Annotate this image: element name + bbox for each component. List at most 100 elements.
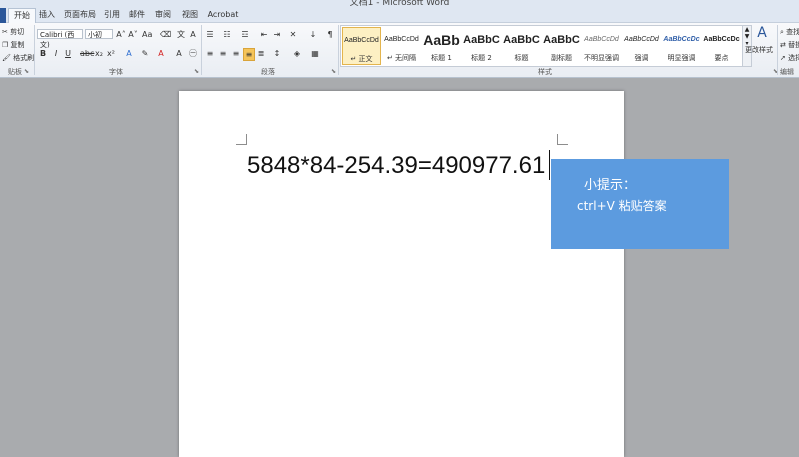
style-no-spacing[interactable]: AaBbCcDd ↵ 无间隔 (382, 27, 421, 65)
paragraph-launcher-icon[interactable]: ⬊ (331, 68, 336, 75)
styles-gallery: AaBbCcDd ↵ 正文 AaBbCcDd ↵ 无间隔 AaBb 标题 1 A… (340, 25, 744, 67)
bullets-icon[interactable]: ☰ (205, 29, 215, 40)
style-preview: AaBbC (463, 34, 500, 46)
chevron-down-icon[interactable]: ▼ (743, 33, 751, 40)
numbering-icon[interactable]: ☷ (222, 29, 232, 40)
title-bar: 文档1 - Microsoft Word (0, 0, 799, 8)
justify-icon[interactable]: ≡ (243, 48, 255, 61)
shrink-font-icon[interactable]: A˅ (128, 29, 138, 40)
tab-view[interactable]: 视图 (179, 8, 201, 22)
font-color-icon[interactable]: A (156, 48, 166, 59)
style-emphasis[interactable]: AaBbCcDd 强调 (622, 27, 661, 65)
document-text[interactable]: 5848*84-254.39=490977.61 (247, 152, 545, 180)
style-subtle-emphasis[interactable]: AaBbCcDd 不明显强调 (582, 27, 621, 65)
tab-references[interactable]: 引用 (102, 8, 122, 22)
asian-layout-icon[interactable]: ✕ (288, 29, 298, 40)
style-name: 明显强调 (667, 54, 696, 62)
style-subtitle[interactable]: AaBbC 副标题 (542, 27, 581, 65)
distributed-icon[interactable]: ≣ (256, 48, 266, 59)
ribbon-tabs: 开始 插入 页面布局 引用 邮件 审阅 视图 Acrobat (0, 8, 799, 23)
align-left-icon[interactable]: ≡ (205, 48, 215, 59)
tab-insert[interactable]: 插入 (36, 8, 58, 22)
style-heading-2[interactable]: AaBbC 标题 2 (462, 27, 501, 65)
underline-icon[interactable]: U (63, 48, 73, 59)
cut-button[interactable]: ✂ 剪切 (2, 27, 24, 37)
style-strong[interactable]: AaBbCcDc 要点 (702, 27, 741, 65)
cut-label: 剪切 (10, 28, 25, 36)
style-name: ↵ 正文 (350, 55, 373, 63)
bold-icon[interactable]: B (38, 48, 48, 59)
copy-icon: ❐ (2, 41, 9, 49)
chevron-up-icon[interactable]: ▲ (743, 26, 751, 33)
binoculars-icon: ⌕ (780, 28, 784, 36)
char-shading-icon[interactable]: A (174, 48, 184, 59)
align-center-icon[interactable]: ≡ (218, 48, 228, 59)
window-title: 文档1 - Microsoft Word (349, 0, 450, 8)
document-page[interactable] (179, 91, 624, 457)
find-label: 查找 (786, 28, 799, 36)
font-size-combo[interactable]: 小初 (85, 29, 113, 39)
cursor-icon: ➚ (780, 54, 786, 62)
font-launcher-icon[interactable]: ⬊ (194, 68, 199, 75)
style-name: 标题 (514, 54, 529, 62)
style-normal[interactable]: AaBbCcDd ↵ 正文 (342, 27, 381, 65)
copy-label: 复制 (10, 41, 25, 49)
enclose-char-icon[interactable]: ㊀ (188, 48, 198, 59)
change-styles-button[interactable]: 更改样式 (745, 45, 773, 55)
style-preview: AaBbCcDc (703, 36, 740, 43)
clear-format-icon[interactable]: ⌫ (160, 29, 171, 40)
style-name: 副标题 (551, 54, 572, 62)
replace-button[interactable]: ⇄ 替换 (780, 40, 799, 50)
text-effects-icon[interactable]: A (124, 48, 134, 59)
increase-indent-icon[interactable]: ⇥ (272, 29, 282, 40)
highlight-icon[interactable]: ✎ (140, 48, 150, 59)
char-border-icon[interactable]: A (188, 29, 198, 40)
borders-icon[interactable]: ▦ (310, 48, 320, 59)
select-button[interactable]: ➚ 选择 (780, 53, 799, 63)
line-spacing-icon[interactable]: ↕ (272, 48, 282, 59)
select-label: 选择 (788, 54, 799, 62)
style-intense-emphasis[interactable]: AaBbCcDc 明显强调 (662, 27, 701, 65)
tab-mailings[interactable]: 邮件 (127, 8, 147, 22)
replace-label: 替换 (788, 41, 799, 49)
format-painter-button[interactable]: 🖌 格式刷 (2, 53, 34, 63)
change-case-icon[interactable]: Aa (142, 29, 152, 40)
subscript-icon[interactable]: x₂ (94, 48, 104, 59)
font-name-combo[interactable]: Calibri (西文) (37, 29, 83, 49)
tab-review[interactable]: 审阅 (153, 8, 173, 22)
decrease-indent-icon[interactable]: ⇤ (259, 29, 269, 40)
shading-icon[interactable]: ◈ (292, 48, 302, 59)
group-divider (34, 25, 35, 75)
show-marks-icon[interactable]: ¶ (325, 29, 335, 40)
margin-corner-mark (236, 134, 247, 145)
group-divider (777, 25, 778, 75)
superscript-icon[interactable]: x² (106, 48, 116, 59)
format-painter-label: 格式刷 (13, 54, 35, 62)
replace-icon: ⇄ (780, 41, 786, 49)
style-name: 标题 1 (431, 54, 452, 62)
clipboard-launcher-icon[interactable]: ⬊ (24, 68, 29, 75)
change-styles-icon[interactable]: A (752, 25, 772, 41)
multilevel-list-icon[interactable]: ☲ (240, 29, 250, 40)
editing-group-label: 编辑 (780, 68, 794, 76)
style-name: 强调 (634, 54, 649, 62)
sort-icon[interactable]: ↓ (308, 29, 318, 40)
copy-button[interactable]: ❐ 复制 (2, 40, 25, 50)
style-preview: AaBbCcDc (663, 36, 700, 43)
group-divider (201, 25, 202, 75)
tab-page-layout[interactable]: 页面布局 (62, 8, 98, 22)
style-preview: AaBbCcDd (584, 36, 619, 43)
phonetic-icon[interactable]: 文 (176, 29, 186, 40)
style-name: 要点 (714, 54, 729, 62)
tab-acrobat[interactable]: Acrobat (206, 8, 240, 22)
style-title[interactable]: AaBbC 标题 (502, 27, 541, 65)
file-tab[interactable] (0, 8, 6, 23)
grow-font-icon[interactable]: A˄ (116, 29, 126, 40)
align-right-icon[interactable]: ≡ (231, 48, 241, 59)
italic-icon[interactable]: I (51, 48, 61, 59)
tab-home[interactable]: 开始 (8, 8, 36, 23)
scissors-icon: ✂ (2, 28, 8, 36)
style-heading-1[interactable]: AaBb 标题 1 (422, 27, 461, 65)
strikethrough-icon[interactable]: abc (80, 48, 94, 59)
find-button[interactable]: ⌕ 查找 (780, 27, 799, 37)
